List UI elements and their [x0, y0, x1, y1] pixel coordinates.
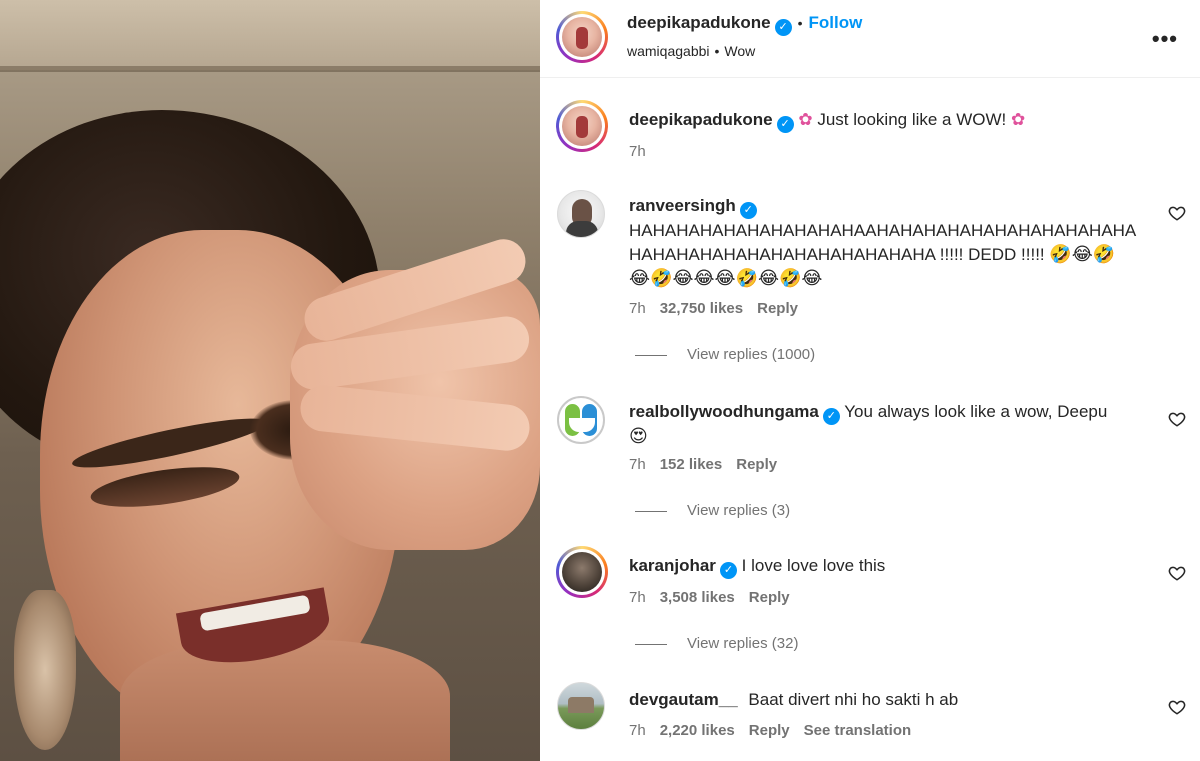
view-replies-button[interactable]: View replies (3) [635, 502, 790, 519]
flower-emoji: ✿ [798, 110, 813, 130]
like-heart-icon[interactable] [1168, 204, 1186, 222]
view-replies-button[interactable]: View replies (1000) [635, 346, 815, 363]
comment-meta: 7h 32,750 likes Reply [629, 300, 812, 317]
like-heart-icon[interactable] [1168, 564, 1186, 582]
caption-time: 7h [629, 143, 646, 160]
author-username[interactable]: deepikapadukone [627, 13, 771, 32]
comment-text: Baat divert nhi ho sakti h ab [748, 690, 959, 709]
reply-button[interactable]: Reply [749, 589, 790, 606]
like-heart-icon[interactable] [1168, 410, 1186, 428]
laughing-emoji: 😂🤣😂😂😂🤣😂🤣😂 [629, 268, 823, 289]
media-background [0, 0, 540, 70]
author-avatar[interactable] [556, 11, 608, 63]
audio-subline: wamiqagabbi • Wow [627, 43, 756, 59]
verified-badge-icon: ✓ [776, 116, 794, 133]
comment-meta: 7h 3,508 likes Reply [629, 589, 804, 606]
more-options-icon[interactable]: ••• [1152, 26, 1178, 52]
comment-text: I love love love this [741, 556, 886, 575]
caption-avatar[interactable] [556, 100, 608, 152]
reply-button[interactable]: Reply [736, 456, 777, 473]
like-heart-icon[interactable] [1168, 698, 1186, 716]
reply-button[interactable]: Reply [757, 300, 798, 317]
comment-item: realbollywoodhungama ✓ You always look li… [540, 392, 1200, 522]
caption-row: deepikapadukone ✓ ✿ Just looking like a W… [540, 96, 1200, 166]
flower-emoji: ✿ [1011, 110, 1026, 130]
commenter-avatar[interactable] [557, 682, 605, 730]
reply-button[interactable]: Reply [749, 722, 790, 739]
post-media[interactable] [0, 0, 540, 761]
verified-badge-icon: ✓ [822, 408, 840, 425]
commenter-username[interactable]: realbollywoodhungama [629, 402, 819, 421]
verified-badge-icon: ✓ [719, 562, 737, 579]
view-replies-button[interactable]: View replies (32) [635, 635, 798, 652]
commenter-avatar[interactable] [556, 546, 608, 598]
comment-likes[interactable]: 2,220 likes [660, 722, 735, 739]
commenter-username[interactable]: karanjohar [629, 556, 716, 575]
comment-text: You always look like a wow, Deepu [844, 402, 1108, 421]
comment-likes[interactable]: 3,508 likes [660, 589, 735, 606]
comment-meta: 7h 152 likes Reply [629, 456, 791, 473]
laughing-emoji: 🤣😂🤣 [1049, 244, 1116, 265]
comments-panel: deepikapadukone ✓ • Follow wamiqagabbi • Wow … [540, 0, 1200, 761]
heart-eyes-emoji: 😍 [629, 426, 648, 447]
comment-item: devgautam__ Baat divert nhi ho sakti h a… [540, 680, 1200, 750]
comment-time: 7h [629, 722, 646, 739]
commenter-username[interactable]: devgautam__ [629, 690, 738, 709]
commenter-avatar[interactable] [557, 396, 605, 444]
comment-item: karanjohar ✓ I love love love this 7h 3,50… [540, 546, 1200, 656]
comment-time: 7h [629, 300, 646, 317]
audio-user-link[interactable]: wamiqagabbi [627, 43, 710, 59]
commenter-username[interactable]: ranveersingh [629, 196, 736, 215]
see-translation-button[interactable]: See translation [804, 722, 912, 739]
comment-time: 7h [629, 456, 646, 473]
commenter-avatar[interactable] [557, 190, 605, 238]
comment-time: 7h [629, 589, 646, 606]
comment-likes[interactable]: 152 likes [660, 456, 723, 473]
post-header: deepikapadukone ✓ • Follow wamiqagabbi • Wow … [540, 0, 1200, 78]
follow-button[interactable]: Follow [809, 13, 863, 32]
caption-text: Just looking like a WOW! [817, 110, 1007, 129]
comment-likes[interactable]: 32,750 likes [660, 300, 743, 317]
verified-badge-icon: ✓ [774, 19, 792, 36]
comment-meta: 7h 2,220 likes Reply See translation [629, 722, 925, 739]
audio-name-link[interactable]: Wow [724, 43, 755, 59]
media-earring [14, 590, 76, 750]
comment-item: ranveersingh ✓ HAHAHAHAHAHAHAHAHAHAAHAHAH… [540, 186, 1200, 366]
verified-badge-icon: ✓ [739, 202, 757, 219]
caption-username[interactable]: deepikapadukone [629, 110, 773, 129]
